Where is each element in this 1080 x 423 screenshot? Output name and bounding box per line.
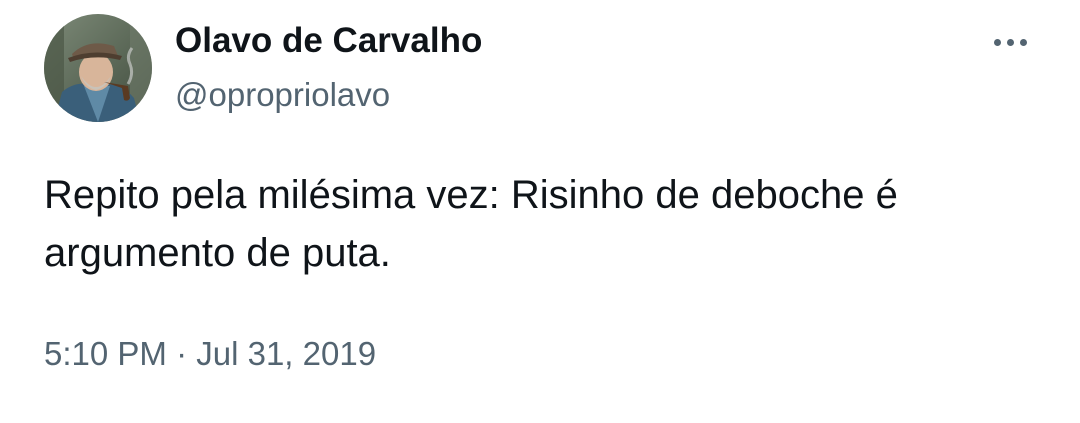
author-handle[interactable]: @opropriolavo (175, 75, 390, 115)
more-horizontal-icon-dot (1006, 38, 1014, 46)
more-horizontal-icon (993, 38, 1001, 46)
tweet-card: Olavo de Carvalho @opropriolavo Repito p… (0, 0, 1080, 423)
tweet-time: 5:10 PM (44, 335, 167, 372)
tweet-date: Jul 31, 2019 (196, 335, 377, 372)
avatar[interactable] (44, 14, 152, 122)
tweet-text-line-1: Repito pela milésima vez: Risinho de deb… (44, 173, 898, 217)
tweet-timestamp[interactable]: 5:10 PM · Jul 31, 2019 (44, 334, 376, 374)
more-horizontal-icon-dot (1019, 38, 1027, 46)
timestamp-separator: · (176, 335, 188, 372)
author-display-name[interactable]: Olavo de Carvalho (175, 21, 482, 61)
more-options-button[interactable] (982, 22, 1038, 62)
tweet-text-line-2: argumento de puta. (44, 231, 391, 275)
tweet-text: Repito pela milésima vez: Risinho de deb… (44, 166, 1054, 282)
avatar-photo (44, 14, 152, 122)
